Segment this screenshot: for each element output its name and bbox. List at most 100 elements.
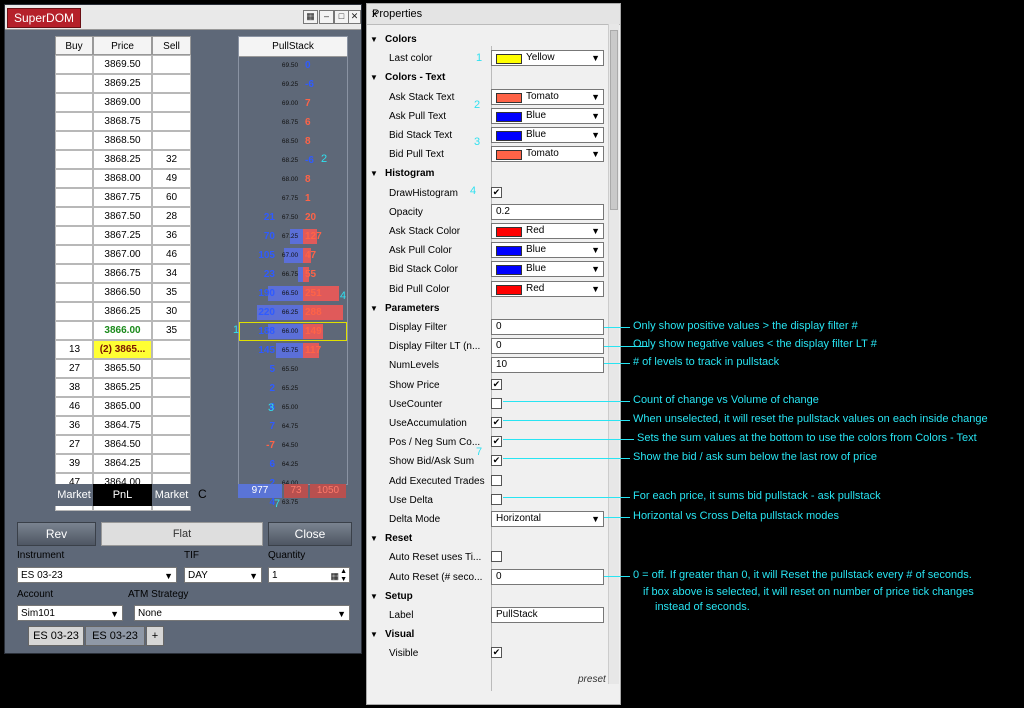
sell-cell[interactable]: 49 bbox=[152, 169, 191, 188]
price-cell[interactable]: 3864.50 bbox=[93, 435, 152, 454]
price-cell[interactable]: 3868.00 bbox=[93, 169, 152, 188]
checkbox-checked[interactable]: ✔ bbox=[491, 455, 502, 466]
close-icon[interactable]: ✕ bbox=[348, 10, 361, 24]
quantity-stepper[interactable]: 1 ▦ ▲ ▼ bbox=[268, 567, 350, 583]
checkbox-checked[interactable]: ✔ bbox=[491, 187, 502, 198]
sell-cell[interactable]: 32 bbox=[152, 150, 191, 169]
buy-cell[interactable]: 27 bbox=[55, 435, 93, 454]
text-field[interactable]: PullStack bbox=[491, 607, 604, 623]
sell-cell[interactable] bbox=[152, 416, 191, 435]
category-colors-text[interactable]: ▼ Colors - Text bbox=[367, 68, 607, 87]
price-cell[interactable]: 3868.75 bbox=[93, 112, 152, 131]
buy-cell[interactable] bbox=[55, 283, 93, 302]
sell-cell[interactable] bbox=[152, 93, 191, 112]
instrument-select[interactable]: ES 03-23 ▼ bbox=[17, 567, 177, 583]
price-cell[interactable]: 3866.25 bbox=[93, 302, 152, 321]
color-select[interactable]: Blue ▼ bbox=[491, 261, 604, 277]
mode-select[interactable]: Horizontal ▼ bbox=[491, 511, 604, 527]
buy-cell[interactable] bbox=[55, 150, 93, 169]
collapse-triangle-icon[interactable]: ▼ bbox=[370, 587, 378, 606]
buy-cell[interactable] bbox=[55, 74, 93, 93]
category-visual[interactable]: ▼ Visual bbox=[367, 625, 607, 644]
color-select[interactable]: Red ▼ bbox=[491, 281, 604, 297]
price-cell[interactable]: 3867.25 bbox=[93, 226, 152, 245]
price-cell[interactable]: (2) 3865... bbox=[93, 340, 152, 359]
preset-link[interactable]: preset bbox=[578, 674, 606, 685]
buy-cell[interactable] bbox=[55, 55, 93, 74]
price-cell[interactable]: 3866.75 bbox=[93, 264, 152, 283]
buy-cell[interactable] bbox=[55, 321, 93, 340]
collapse-triangle-icon[interactable]: ▼ bbox=[370, 529, 378, 548]
price-cell[interactable]: 3868.25 bbox=[93, 150, 152, 169]
checkbox-checked[interactable]: ✔ bbox=[491, 436, 502, 447]
buy-cell[interactable] bbox=[55, 188, 93, 207]
tab-instrument-1[interactable]: ES 03-23 bbox=[28, 626, 84, 646]
text-field[interactable]: 0.2 bbox=[491, 204, 604, 220]
color-select[interactable]: Tomato ▼ bbox=[491, 89, 604, 105]
sell-cell[interactable]: 36 bbox=[152, 226, 191, 245]
maximize-icon[interactable]: □ bbox=[334, 10, 349, 24]
sell-cell[interactable] bbox=[152, 359, 191, 378]
sell-cell[interactable] bbox=[152, 340, 191, 359]
price-cell[interactable]: 3867.00 bbox=[93, 245, 152, 264]
sell-cell[interactable] bbox=[152, 55, 191, 74]
color-select[interactable]: Yellow ▼ bbox=[491, 50, 604, 66]
rev-button[interactable]: Rev bbox=[17, 522, 96, 546]
market-buy-button[interactable]: Market bbox=[55, 484, 93, 506]
text-field[interactable]: 10 bbox=[491, 357, 604, 373]
buy-cell[interactable] bbox=[55, 226, 93, 245]
buy-cell[interactable]: 38 bbox=[55, 378, 93, 397]
category-histogram[interactable]: ▼ Histogram bbox=[367, 164, 607, 183]
buy-cell[interactable] bbox=[55, 302, 93, 321]
category-parameters[interactable]: ▼ Parameters bbox=[367, 299, 607, 318]
buy-cell[interactable] bbox=[55, 264, 93, 283]
sell-cell[interactable] bbox=[152, 378, 191, 397]
sell-cell[interactable]: 60 bbox=[152, 188, 191, 207]
sell-cell[interactable]: 35 bbox=[152, 321, 191, 340]
minimize-icon[interactable]: – bbox=[319, 10, 334, 24]
price-cell[interactable]: 3865.50 bbox=[93, 359, 152, 378]
account-select[interactable]: Sim101 ▼ bbox=[17, 605, 123, 621]
sell-cell[interactable] bbox=[152, 397, 191, 416]
category-setup[interactable]: ▼ Setup bbox=[367, 587, 607, 606]
price-cell[interactable]: 3869.00 bbox=[93, 93, 152, 112]
sell-cell[interactable] bbox=[152, 454, 191, 473]
collapse-triangle-icon[interactable]: ▼ bbox=[370, 68, 378, 87]
properties-scrollbar[interactable] bbox=[608, 24, 619, 684]
color-select[interactable]: Tomato ▼ bbox=[491, 146, 604, 162]
checkbox-unchecked[interactable] bbox=[491, 398, 502, 409]
sell-cell[interactable] bbox=[152, 112, 191, 131]
price-cell[interactable]: 3869.50 bbox=[93, 55, 152, 74]
price-cell[interactable]: 3867.50 bbox=[93, 207, 152, 226]
sell-cell[interactable]: 34 bbox=[152, 264, 191, 283]
price-cell[interactable]: 3864.75 bbox=[93, 416, 152, 435]
buy-cell[interactable] bbox=[55, 207, 93, 226]
buy-cell[interactable] bbox=[55, 245, 93, 264]
sell-cell[interactable]: 46 bbox=[152, 245, 191, 264]
close-icon[interactable]: x bbox=[372, 8, 378, 20]
price-cell[interactable]: 3865.25 bbox=[93, 378, 152, 397]
sell-cell[interactable] bbox=[152, 435, 191, 454]
checkbox-checked[interactable]: ✔ bbox=[491, 647, 502, 658]
checkbox-unchecked[interactable] bbox=[491, 551, 502, 562]
collapse-triangle-icon[interactable]: ▼ bbox=[370, 299, 378, 318]
checkbox-checked[interactable]: ✔ bbox=[491, 379, 502, 390]
price-cell[interactable]: 3866.00 bbox=[93, 321, 152, 340]
tab-instrument-2[interactable]: ES 03-23 bbox=[85, 626, 145, 646]
atm-strategy-select[interactable]: None ▼ bbox=[134, 605, 350, 621]
text-field[interactable]: 0 bbox=[491, 319, 604, 335]
checkbox-unchecked[interactable] bbox=[491, 494, 502, 505]
flat-button[interactable]: Flat bbox=[101, 522, 263, 546]
price-cell[interactable]: 3867.75 bbox=[93, 188, 152, 207]
sell-cell[interactable] bbox=[152, 74, 191, 93]
buy-cell[interactable] bbox=[55, 169, 93, 188]
color-select[interactable]: Red ▼ bbox=[491, 223, 604, 239]
sell-cell[interactable]: 28 bbox=[152, 207, 191, 226]
price-cell[interactable]: 3864.25 bbox=[93, 454, 152, 473]
price-cell[interactable]: 3865.00 bbox=[93, 397, 152, 416]
checkbox-checked[interactable]: ✔ bbox=[491, 417, 502, 428]
add-tab-button[interactable]: + bbox=[146, 626, 164, 646]
text-field[interactable]: 0 bbox=[491, 569, 604, 585]
text-field[interactable]: 0 bbox=[491, 338, 604, 354]
sell-cell[interactable] bbox=[152, 131, 191, 150]
